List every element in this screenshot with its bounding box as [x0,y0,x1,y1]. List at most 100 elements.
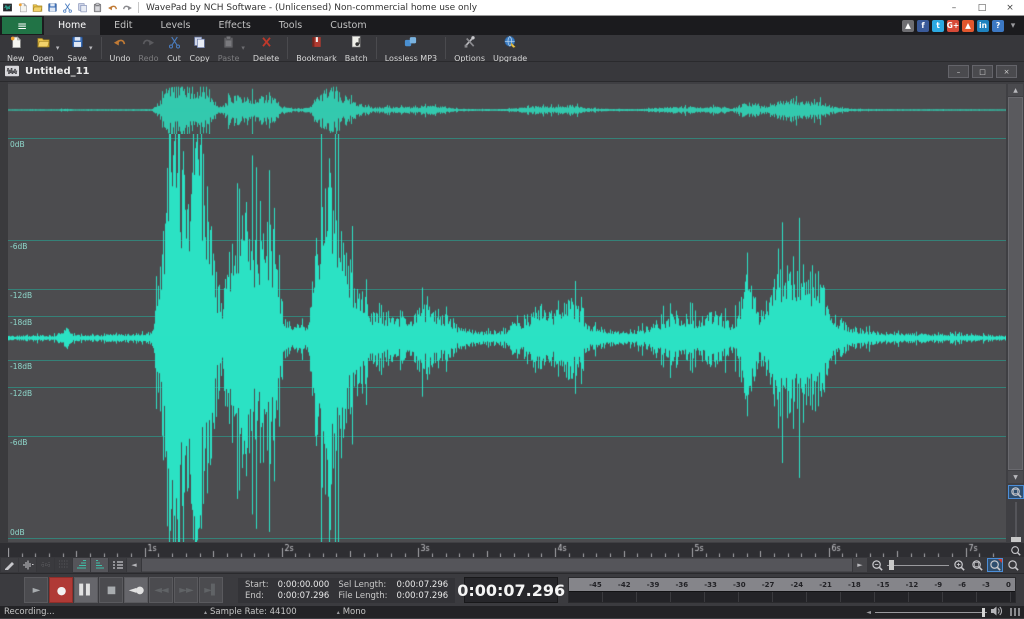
undo-icon [112,34,127,53]
tab-levels[interactable]: Levels [146,16,204,35]
vertical-zoom-selection-button[interactable] [1008,485,1024,499]
time-display: 0:00:07.296 [464,577,558,603]
horizontal-zoom-slider-handle[interactable] [889,560,894,570]
db-gridline-label: 0dB [10,528,25,537]
volume-slider[interactable] [875,612,987,613]
vertical-scroll-thumb[interactable] [1008,97,1023,470]
zoom-selection-button[interactable] [987,558,1003,572]
sample-rate-text[interactable]: Sample Rate: 44100 [210,607,297,617]
chevron-down-icon[interactable]: ▾ [89,44,93,52]
db-gridline-label: -18dB [10,318,32,327]
channels-text[interactable]: Mono [343,607,366,617]
chevron-down-icon[interactable]: ▾ [56,44,60,52]
bookmark-button[interactable]: Bookmark [292,36,341,61]
level-meter: -45-42-39-36-33-30-27-24-21-18-15-12-9-6… [568,577,1016,603]
tab-home[interactable]: Home [44,16,100,35]
scrub-tool-button[interactable] [19,558,36,572]
cut-icon[interactable] [61,1,74,14]
copy-icon[interactable] [76,1,89,14]
save-icon[interactable] [46,1,59,14]
cut-button[interactable]: Cut [163,36,186,61]
new-button[interactable]: New [3,36,28,61]
options-button[interactable]: Options [450,36,489,61]
waveform-panel[interactable]: 0dB-6dB-12dB-18dB-18dB-12dB-6dB0dB [8,134,1006,542]
play-button[interactable]: ► [24,577,48,603]
more-icon[interactable]: ▾ [1007,20,1019,32]
meter-db-label: -30 [733,581,746,589]
open-button[interactable]: Open▾ [28,36,63,61]
paste-icon[interactable] [91,1,104,14]
tab-custom[interactable]: Custom [316,16,380,35]
doc-minimize-button[interactable]: – [948,65,969,78]
twitter-icon[interactable]: t [932,20,944,32]
list-tool-button[interactable] [109,558,126,572]
zoom-corner-button[interactable] [1005,558,1021,572]
tab-edit[interactable]: Edit [100,16,146,35]
end-label: End: [245,591,269,601]
overview-waveform-canvas[interactable] [8,84,1006,134]
save-button[interactable]: Save▾ [63,36,96,61]
scroll-up-arrow[interactable]: ▲ [1008,84,1023,96]
open-icon[interactable] [31,1,44,14]
like-icon[interactable]: ▲ [902,20,914,32]
help-icon[interactable]: ? [992,20,1004,32]
time-ruler-canvas[interactable] [8,543,1006,557]
maximize-button[interactable]: □ [968,0,996,16]
start-value: 0:00:00.000 [278,580,330,590]
dim-b-tool-button [55,558,72,572]
new-icon[interactable] [16,1,29,14]
record-button[interactable]: ● [49,577,73,603]
left-gutter [0,82,8,543]
resize-grip[interactable] [1010,608,1020,616]
pause-button[interactable]: ▌▌ [74,577,98,603]
vertical-zoom-slider[interactable] [1009,502,1023,542]
delete-button[interactable]: Delete [249,36,283,61]
vzoom-a-tool-button[interactable] [73,558,90,572]
document-titlebar: Untitled_11 – □ × [0,62,1024,82]
linkedin-icon[interactable]: in [977,20,989,32]
new-icon [8,34,23,53]
copy-button[interactable]: Copy [186,36,214,61]
undo-button[interactable]: Undo [106,36,135,61]
lossless-mp3-button[interactable]: Lossless MP3 [381,36,441,61]
undo-icon[interactable] [106,1,119,14]
main-waveform-canvas[interactable] [8,134,1006,542]
nch-community-icon[interactable]: ▲ [962,20,974,32]
minimize-button[interactable]: – [940,0,968,16]
facebook-icon[interactable]: f [917,20,929,32]
horizontal-scrollbar[interactable] [142,558,852,572]
tab-effects[interactable]: Effects [205,16,265,35]
chevron-down-icon[interactable]: ▾ [241,44,245,52]
zoom-in-button[interactable] [951,558,967,572]
stop-button[interactable]: ■ [99,577,123,603]
horizontal-zoom-slider[interactable] [887,559,949,571]
vzoom-b-tool-button[interactable] [91,558,108,572]
paste-icon [221,34,236,53]
volume-slider-handle[interactable] [982,608,985,617]
main-menu-button[interactable]: ≡ [2,17,42,34]
zoom-out-button[interactable] [869,558,885,572]
doc-maximize-button[interactable]: □ [972,65,993,78]
record-seek-button[interactable]: ◄● [124,577,148,603]
doc-close-button[interactable]: × [996,65,1017,78]
copy-icon [192,34,207,53]
vertical-zoom-slider-handle[interactable] [1011,537,1021,542]
time-ruler[interactable] [0,543,1024,557]
zoom-full-button[interactable] [969,558,985,572]
scroll-right-arrow[interactable]: ► [853,558,867,572]
level-meter-bar [569,591,1015,602]
redo-icon[interactable] [121,1,134,14]
batch-button[interactable]: Batch [341,36,372,61]
tab-tools[interactable]: Tools [265,16,316,35]
upgrade-button[interactable]: Upgrade [489,36,531,61]
overview-strip[interactable] [8,84,1006,134]
file-length-label: File Length: [338,591,387,601]
end-value: 0:00:07.296 [278,591,330,601]
draw-tool-button[interactable] [1,558,18,572]
scroll-down-arrow[interactable]: ▼ [1008,471,1023,483]
zoom-corner-button[interactable] [1007,543,1024,557]
close-button[interactable]: × [996,0,1024,16]
scroll-left-arrow[interactable]: ◄ [127,558,141,572]
horizontal-scroll-thumb[interactable] [142,559,852,571]
google-plus-icon[interactable]: G+ [947,20,959,32]
